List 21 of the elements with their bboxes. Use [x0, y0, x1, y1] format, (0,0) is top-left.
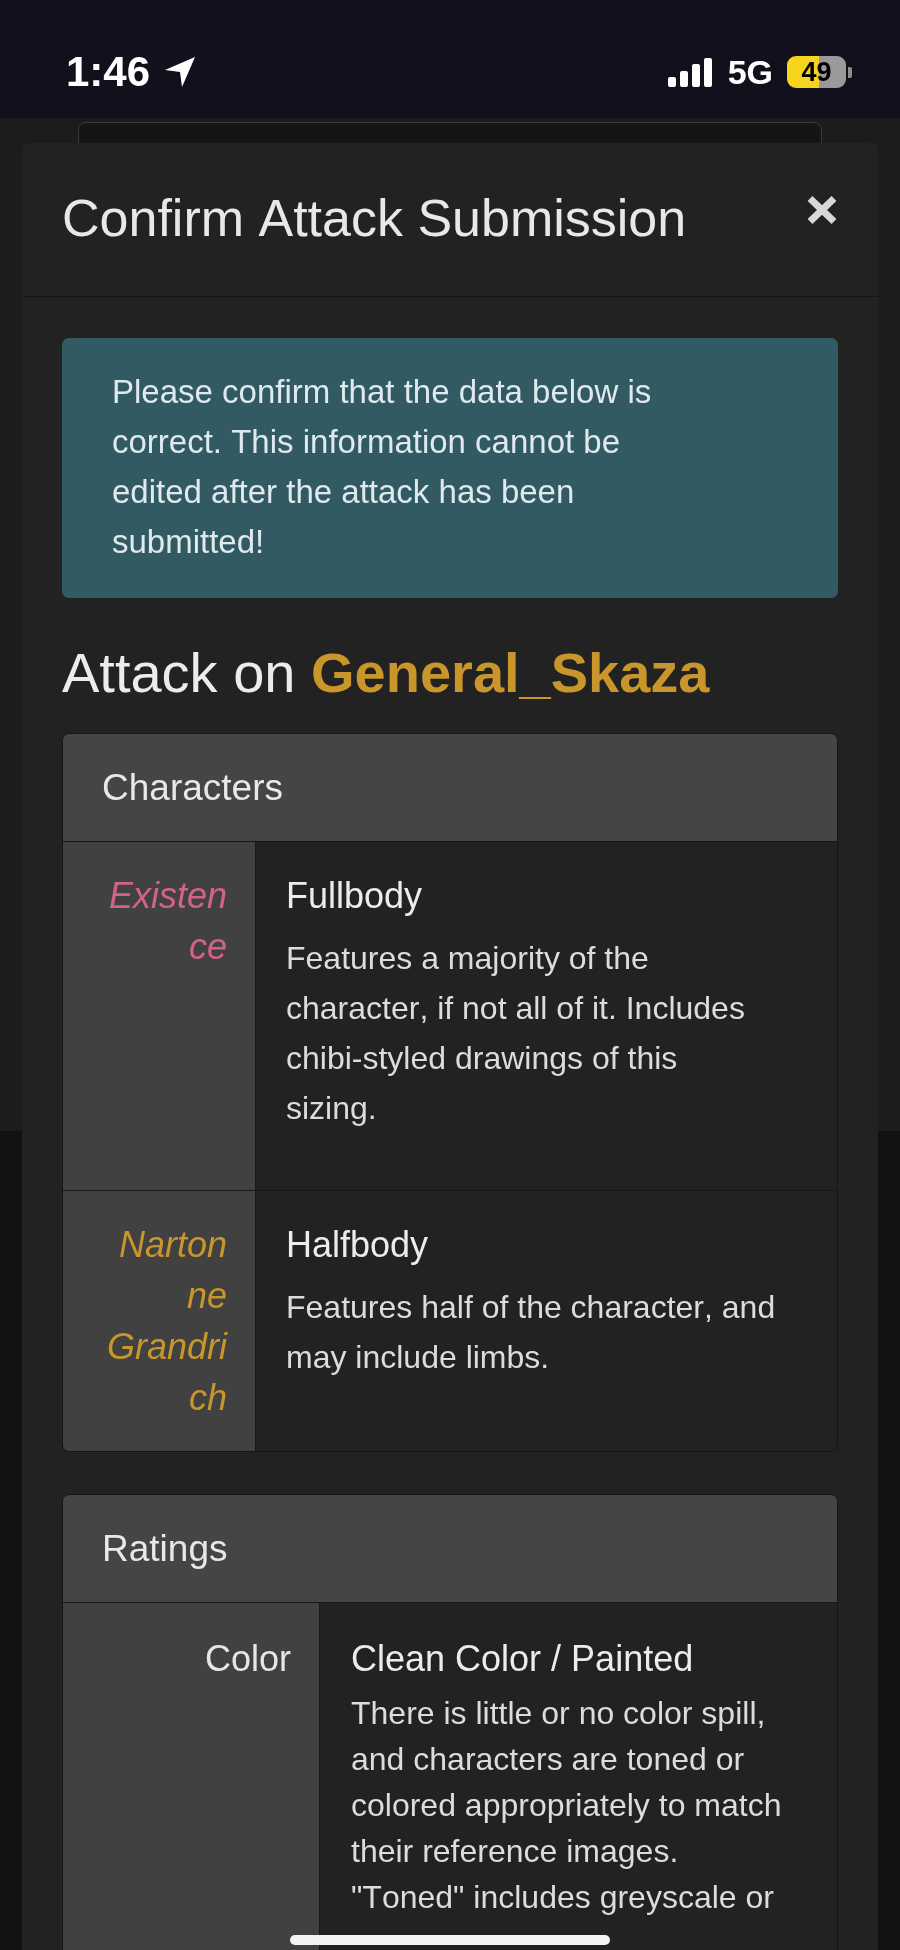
characters-header: Characters [63, 734, 837, 841]
rating-label: Color [203, 1637, 291, 1681]
size-description: Features a majority of the character, if not all of it. Includes chibi-styled drawings of this sizing. [286, 939, 746, 1128]
size-description: Features half of the character, and may include limbs. [286, 1288, 776, 1377]
character-name: Existence [107, 874, 227, 969]
size-title: Halfbody [286, 1223, 430, 1267]
size-title: Fullbody [286, 874, 424, 918]
character-name: Nartonne Grandrich [105, 1223, 227, 1420]
network-label: 5G [727, 53, 773, 91]
info-alert: Please confirm that the data below is correct. This information cannot be edited after the attack has been submitted! [62, 338, 838, 598]
signal-icon [667, 57, 714, 87]
rating-value: Clean Color / Painted [351, 1637, 695, 1681]
close-button[interactable] [806, 195, 838, 225]
close-icon [806, 195, 838, 225]
ratings-header: Ratings [63, 1495, 837, 1602]
battery-indicator: 49 [787, 56, 852, 88]
attack-heading: Attack on General_Skaza [62, 640, 711, 706]
location-arrow-icon [164, 56, 197, 88]
modal-title: Confirm Attack Submission [62, 189, 687, 247]
status-time: 1:46 [66, 53, 151, 91]
rating-description: There is little or no color spill, and characters are toned or colored appropriately to match their reference images. "Toned" includes greyscale or [351, 1694, 783, 1917]
